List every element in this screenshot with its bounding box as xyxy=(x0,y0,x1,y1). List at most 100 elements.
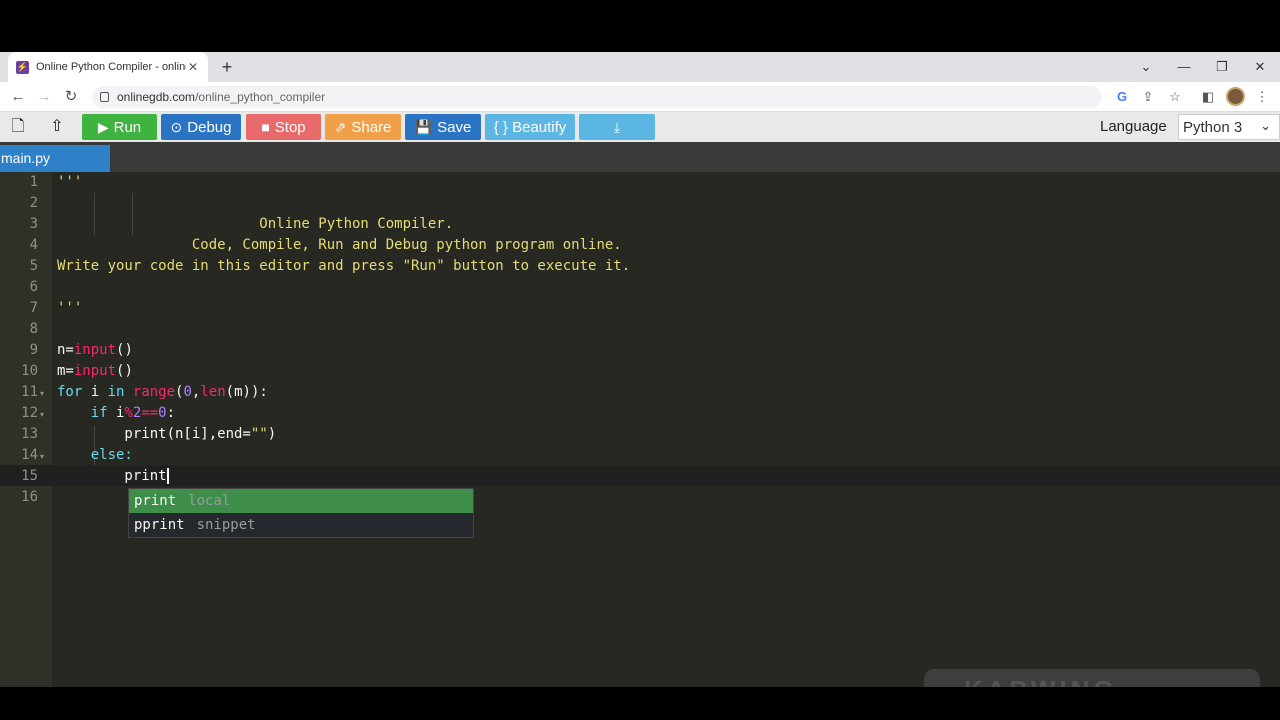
url-host: onlinegdb.com xyxy=(117,90,196,104)
code-line-11: for i in range(0,len(m)): xyxy=(57,384,268,400)
back-arrow-icon[interactable]: ← xyxy=(7,86,29,108)
code-token: ) xyxy=(267,426,277,442)
file-tab-bar: main.py xyxy=(0,142,1280,172)
run-button[interactable]: ▶ Run xyxy=(82,114,157,140)
browser-tab[interactable]: ⚡ Online Python Compiler - online ✕ xyxy=(8,52,208,82)
line-number: 4 xyxy=(29,237,38,253)
code-line-10: m=input() xyxy=(57,363,133,379)
browser-tabstrip: ⚡ Online Python Compiler - online ✕ + ⌄ … xyxy=(0,52,1280,82)
code-token: if xyxy=(57,405,108,421)
code-line-5: Write your code in this editor and press… xyxy=(57,258,631,274)
code-line-13: print(n[i],end="") xyxy=(57,426,276,442)
beautify-button[interactable]: { } Beautify xyxy=(485,114,575,140)
stop-icon: ■ xyxy=(261,119,270,135)
autocomplete-name: pprint xyxy=(134,517,185,533)
line-number: 11 xyxy=(21,384,38,400)
file-tab-main[interactable]: main.py xyxy=(0,145,110,172)
code-token: i xyxy=(107,405,125,421)
reload-icon[interactable]: ↻ xyxy=(60,86,82,108)
tab-close-icon[interactable]: ✕ xyxy=(186,60,200,74)
browser-addressbar: ← → ↻ onlinegdb.com/online_python_compil… xyxy=(0,82,1280,112)
download-button[interactable]: ⤓ xyxy=(579,114,655,140)
download-icon: ⤓ xyxy=(613,118,621,135)
code-token: range xyxy=(132,384,176,400)
line-number: 12 xyxy=(21,405,38,421)
code-token: (m)): xyxy=(225,384,268,400)
code-line-12: if i%2==0: xyxy=(57,405,175,421)
line-number: 3 xyxy=(29,216,38,232)
code-line-14: else: xyxy=(57,447,133,463)
autocomplete-item[interactable]: print local xyxy=(129,489,473,513)
share-page-icon[interactable]: ⇪ xyxy=(1138,87,1158,107)
autocomplete-item[interactable]: pprint snippet xyxy=(129,513,473,537)
stop-label: Stop xyxy=(274,118,306,136)
letterbox-bottom xyxy=(0,687,1280,720)
active-line-highlight xyxy=(0,465,1280,486)
code-token: == xyxy=(141,405,159,421)
side-panel-icon[interactable]: ◧ xyxy=(1198,87,1218,107)
save-button[interactable]: 💾 Save xyxy=(405,114,481,140)
autocomplete-meta: snippet xyxy=(196,517,256,533)
tab-search-chevron-icon[interactable]: ⌄ xyxy=(1131,56,1161,78)
new-file-icon[interactable]: 🗋 xyxy=(6,116,30,138)
code-token: print(n[i],end= xyxy=(57,426,251,442)
autocomplete-meta: local xyxy=(188,493,231,509)
new-tab-button[interactable]: + xyxy=(216,56,238,78)
forward-arrow-icon[interactable]: → xyxy=(33,86,55,108)
language-value: Python 3 xyxy=(1183,118,1243,136)
ide-toolbar: 🗋 ⇧ ▶ Run ⊙ Debug ■ Stop ⇗ Share 💾 Save … xyxy=(0,112,1280,142)
autocomplete-popup: print local pprint snippet xyxy=(128,488,474,538)
browser-menu-icon[interactable]: ⋮ xyxy=(1252,87,1272,107)
debug-button[interactable]: ⊙ Debug xyxy=(161,114,241,140)
code-token: 0 xyxy=(183,384,192,400)
fold-arrow-icon[interactable]: ▾ xyxy=(40,452,44,461)
google-icon[interactable]: G xyxy=(1112,87,1132,107)
url-text: onlinegdb.com/online_python_compiler xyxy=(117,90,325,104)
code-token: in xyxy=(107,384,125,400)
code-token: n= xyxy=(57,342,74,358)
upload-icon[interactable]: ⇧ xyxy=(45,116,69,138)
line-number: 10 xyxy=(21,363,38,379)
close-window-icon[interactable]: ✕ xyxy=(1245,56,1275,78)
debug-icon: ⊙ xyxy=(170,118,183,135)
code-token: () xyxy=(116,342,133,358)
code-line-15: print xyxy=(57,468,169,484)
code-token: "" xyxy=(250,426,268,442)
code-token: % xyxy=(124,405,133,421)
screen: ⚡ Online Python Compiler - online ✕ + ⌄ … xyxy=(0,0,1280,720)
profile-avatar[interactable] xyxy=(1226,87,1245,106)
restore-icon[interactable]: ❐ xyxy=(1207,56,1237,78)
fold-arrow-icon[interactable]: ▾ xyxy=(40,410,44,419)
code-token: () xyxy=(116,363,133,379)
share-label: Share xyxy=(351,118,392,136)
watermark: KAPWING xyxy=(924,669,1260,689)
code-line-1: ''' xyxy=(57,174,83,190)
line-number: 9 xyxy=(29,342,38,358)
share-button[interactable]: ⇗ Share xyxy=(325,114,401,140)
line-number: 16 xyxy=(21,489,38,505)
stop-button[interactable]: ■ Stop xyxy=(246,114,321,140)
line-number: 14 xyxy=(21,447,38,463)
line-number: 2 xyxy=(29,195,38,211)
line-number: 13 xyxy=(21,426,38,442)
chevron-down-icon: ⌄ xyxy=(1260,118,1271,133)
line-number: 6 xyxy=(29,279,38,295)
onlinegdb-favicon-icon: ⚡ xyxy=(16,60,29,74)
code-token: input xyxy=(73,363,117,379)
minimize-icon[interactable]: — xyxy=(1169,56,1199,78)
url-field[interactable]: onlinegdb.com/online_python_compiler xyxy=(92,86,1102,108)
run-label: Run xyxy=(113,118,142,136)
code-token: len xyxy=(200,384,226,400)
letterbox-top xyxy=(0,0,1280,52)
language-select[interactable]: Python 3 ⌄ xyxy=(1178,114,1280,140)
play-icon: ▶ xyxy=(97,118,109,135)
code-editor[interactable]: 1 2 3 4 5 6 7 8 9 10 11 12 13 14 15 16 ▾… xyxy=(0,172,1280,687)
beautify-label: { } Beautify xyxy=(493,118,567,136)
fold-arrow-icon[interactable]: ▾ xyxy=(40,389,44,398)
code-token: for xyxy=(57,384,83,400)
lock-icon xyxy=(100,92,109,102)
save-icon: 💾 xyxy=(414,118,433,135)
bookmark-star-icon[interactable]: ☆ xyxy=(1165,87,1185,107)
autocomplete-name: print xyxy=(134,493,177,509)
